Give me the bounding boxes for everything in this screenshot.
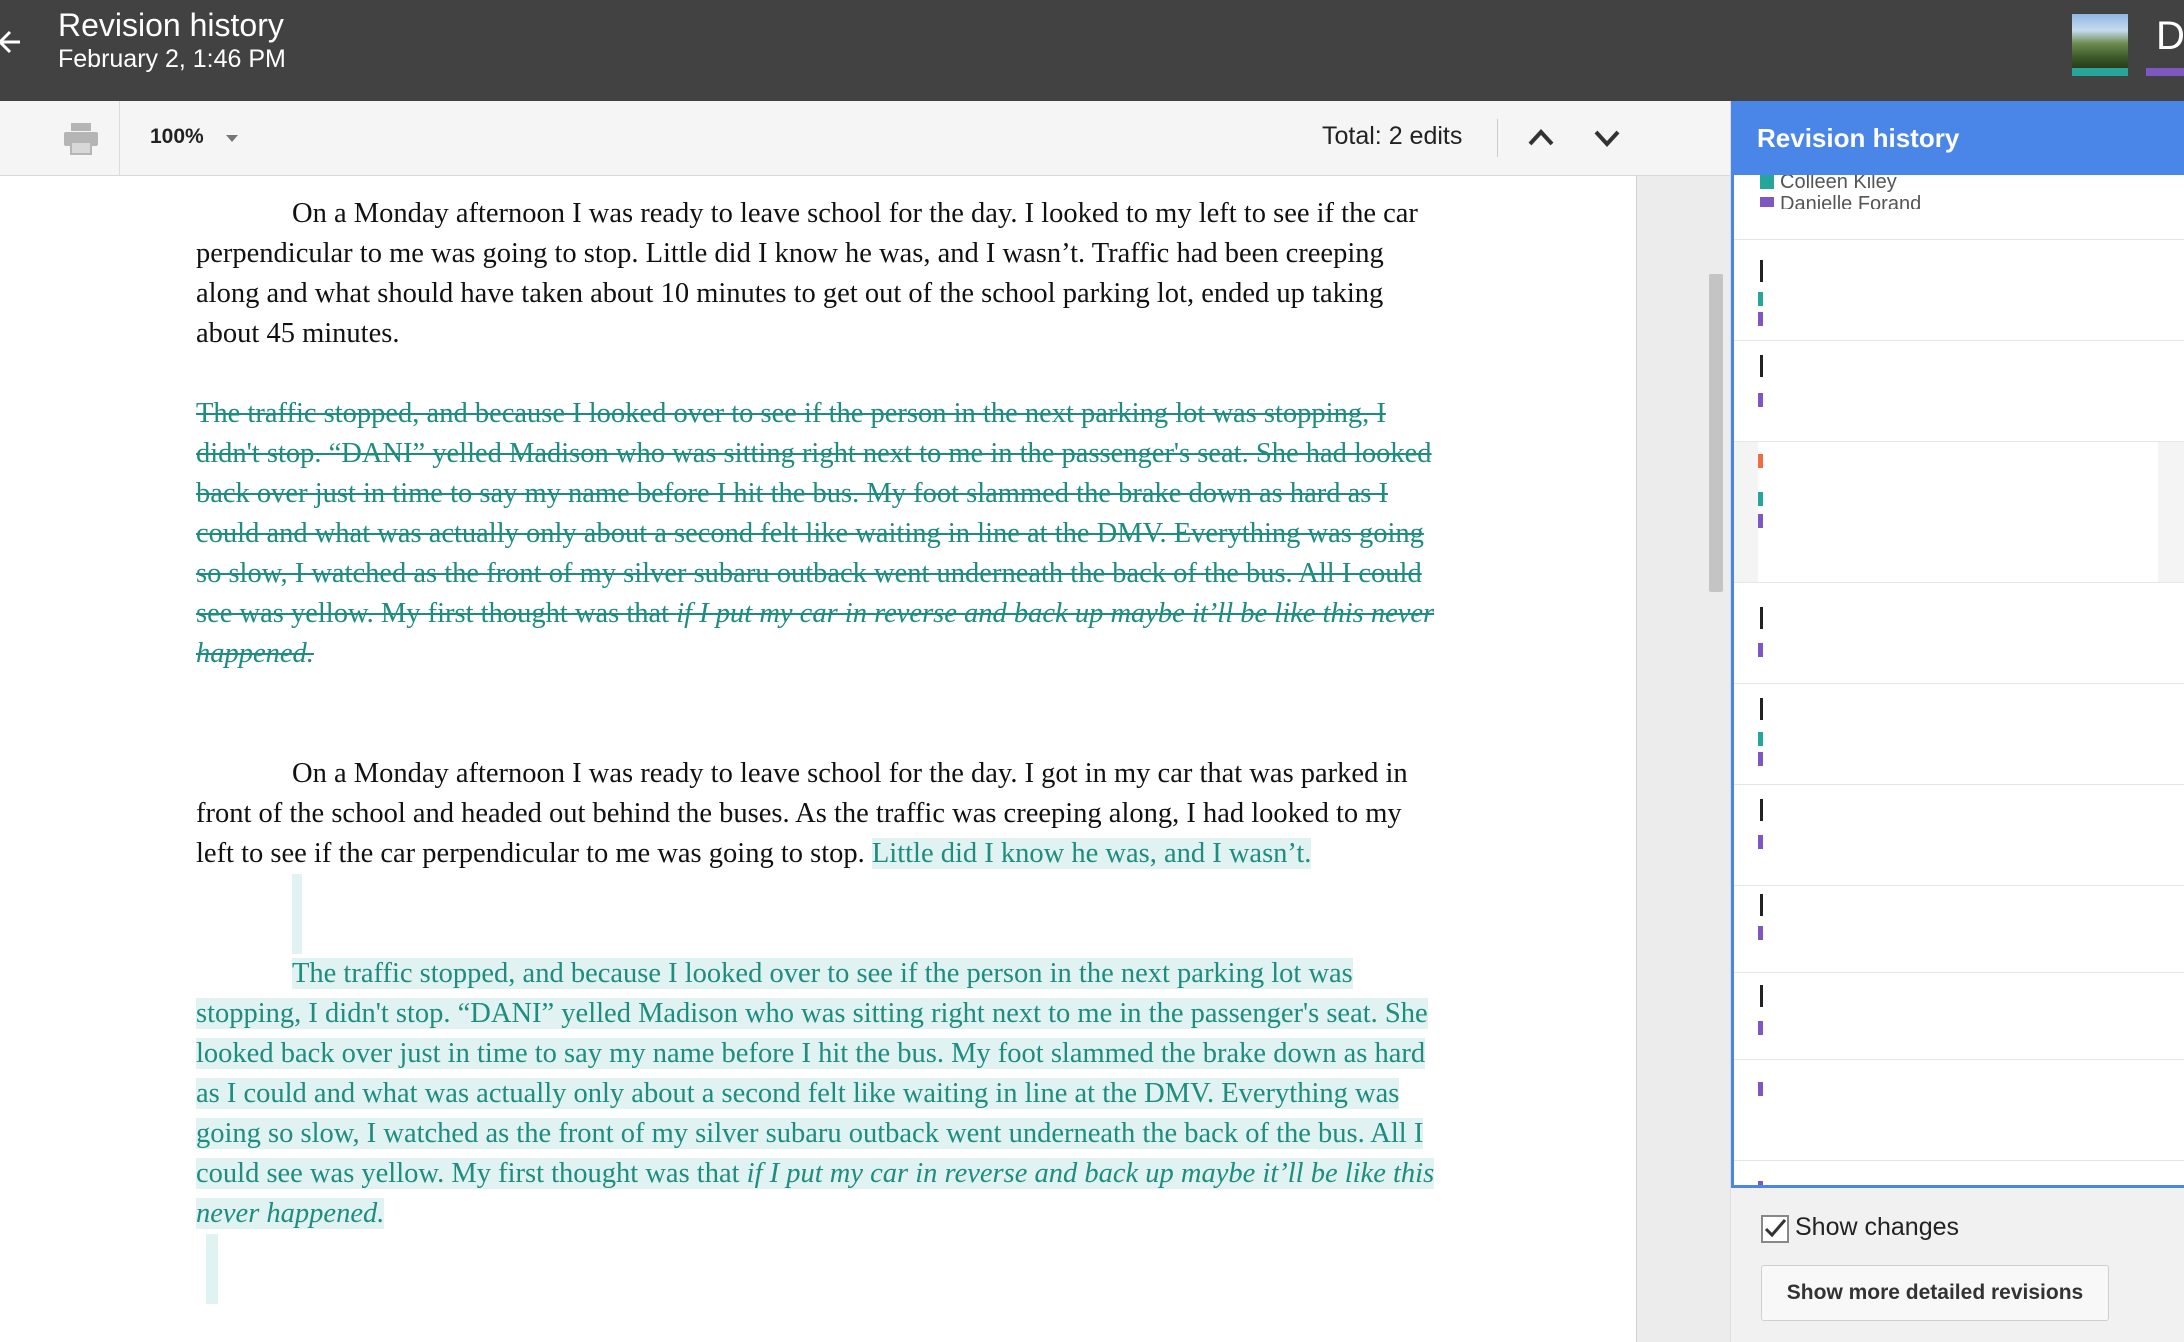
- show-more-detailed-revisions-button[interactable]: Show more detailed revisions: [1761, 1265, 2109, 1321]
- avatar[interactable]: [2072, 14, 2128, 68]
- show-changes-label[interactable]: Show changes: [1795, 1213, 1959, 1242]
- toolbar: 100% Total: 2 edits: [0, 101, 1730, 176]
- avatar-color-bar: [2072, 68, 2128, 76]
- revision-item-selected[interactable]: [1734, 442, 2184, 583]
- panel-header: Revision history: [1731, 101, 2184, 175]
- revision-panel: Revision history Colleen Kiley Danielle …: [1730, 101, 2184, 1342]
- editor-color-swatch: [1760, 197, 1774, 207]
- editor-color-swatch: [1760, 175, 1774, 189]
- checkmark-icon: [1764, 1219, 1787, 1238]
- revision-item[interactable]: [1734, 1060, 2184, 1161]
- deleted-text: The traffic stopped, and because I looke…: [196, 398, 1432, 629]
- added-paragraph: The traffic stopped, and because I looke…: [196, 954, 1446, 1234]
- document-page: On a Monday afternoon I was ready to lea…: [0, 176, 1637, 1342]
- paragraph-text: On a Monday afternoon I was ready to lea…: [196, 198, 1418, 349]
- paragraph: On a Monday afternoon I was ready to lea…: [196, 754, 1446, 874]
- editor-name: Colleen Kiley: [1780, 175, 1897, 193]
- revision-item[interactable]: [1734, 684, 2184, 785]
- added-text: Little did I know he was, and I wasn’t.: [871, 838, 1312, 869]
- account-initial[interactable]: D: [2156, 14, 2184, 59]
- show-changes-checkbox[interactable]: [1761, 1215, 1789, 1243]
- page-title: Revision history: [58, 7, 284, 43]
- top-bar: Revision history February 2, 1:46 PM D: [0, 0, 2184, 101]
- added-text: The traffic stopped, and because I looke…: [196, 958, 1428, 1189]
- panel-title: Revision history: [1757, 123, 1960, 153]
- revision-item[interactable]: Colleen Kiley Danielle Forand: [1734, 175, 2184, 240]
- account-color-bar: [2146, 68, 2184, 76]
- added-blank-line: [196, 874, 1446, 954]
- paragraph: On a Monday afternoon I was ready to lea…: [196, 194, 1446, 354]
- revision-item[interactable]: [1734, 583, 2184, 684]
- revision-item[interactable]: [1734, 240, 2184, 341]
- revision-item[interactable]: [1734, 973, 2184, 1060]
- zoom-select[interactable]: 100%: [150, 125, 204, 149]
- scrollbar-thumb[interactable]: [1709, 274, 1723, 592]
- document-area: On a Monday afternoon I was ready to lea…: [0, 176, 1730, 1342]
- print-icon[interactable]: [62, 123, 100, 155]
- revision-item[interactable]: [1734, 1161, 2184, 1185]
- toolbar-divider: [119, 101, 120, 175]
- document-body: On a Monday afternoon I was ready to lea…: [196, 194, 1446, 1304]
- next-edit-icon[interactable]: [1588, 123, 1626, 153]
- revision-item[interactable]: [1734, 886, 2184, 973]
- toolbar-divider: [1497, 119, 1498, 157]
- deleted-paragraph: The traffic stopped, and because I looke…: [196, 394, 1446, 674]
- revision-item[interactable]: [1734, 785, 2184, 886]
- revision-list[interactable]: Colleen Kiley Danielle Forand: [1731, 175, 2184, 1188]
- previous-edit-icon[interactable]: [1522, 123, 1560, 153]
- back-arrow-icon[interactable]: [0, 22, 22, 62]
- revision-timestamp: February 2, 1:46 PM: [58, 45, 286, 73]
- revision-item[interactable]: [1734, 341, 2184, 442]
- total-edits-label: Total: 2 edits: [1322, 122, 1463, 150]
- chevron-down-icon[interactable]: [226, 135, 238, 142]
- editor-name: Danielle Forand: [1780, 193, 1922, 209]
